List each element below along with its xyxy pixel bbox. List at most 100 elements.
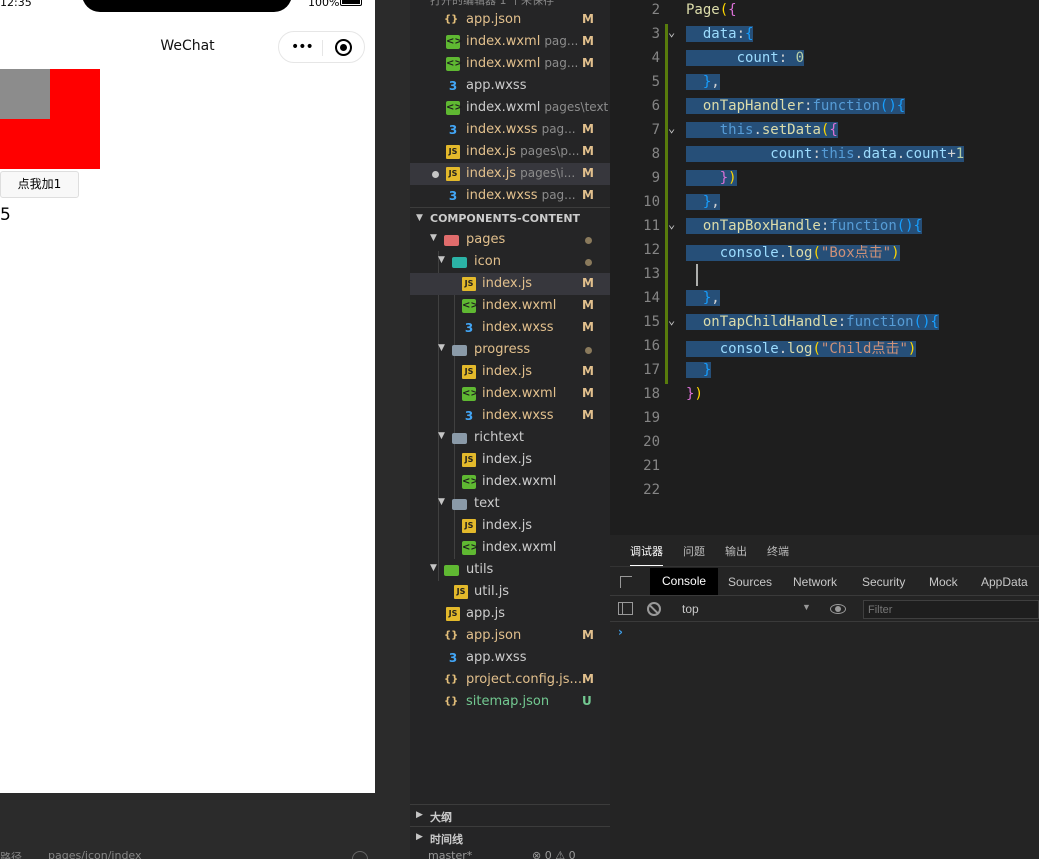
add-one-button[interactable]: 点我加1 [0, 171, 79, 198]
open-editor-item[interactable]: <> index.wxml pages\text [410, 97, 610, 119]
code-line[interactable]: 5 }, [610, 72, 1039, 96]
code-line[interactable]: 4 count: 0 [610, 48, 1039, 72]
code-line[interactable]: 11 ⌄ onTapBoxHandle:function(){ [610, 216, 1039, 240]
open-editors-header[interactable]: 打开的编辑器 1 个未保存 [410, 0, 610, 8]
open-editor-item[interactable]: JS index.js pages\p... M [410, 141, 610, 163]
folder-icon-dir[interactable]: ▼ icon [410, 251, 610, 273]
file-text-index-js[interactable]: JS index.js [410, 515, 610, 537]
fold-chevron-icon[interactable]: ⌄ [668, 121, 675, 135]
line-number: 9 [651, 170, 660, 186]
code-line[interactable]: 16 console.log("Child点击") [610, 336, 1039, 360]
live-expression-eye-icon[interactable] [830, 604, 846, 614]
file-progress-index-wxml[interactable]: <> index.wxml M [410, 383, 610, 405]
timeline-section[interactable]: ▶ 时间线 [410, 826, 610, 848]
outline-section[interactable]: ▶ 大纲 [410, 804, 610, 826]
code-line[interactable]: 15 ⌄ onTapChildHandle:function(){ [610, 312, 1039, 336]
code-line[interactable]: 3 ⌄ data:{ [610, 24, 1039, 48]
code-line[interactable]: 17 } [610, 360, 1039, 384]
open-editor-item[interactable]: 3 index.wxss pag... M [410, 119, 610, 141]
tab-output[interactable]: 输出 [725, 543, 747, 559]
open-editor-item[interactable]: <> index.wxml pag... M [410, 53, 610, 75]
tap-box[interactable] [0, 69, 100, 169]
js-icon: JS [446, 607, 460, 621]
tab-security[interactable]: Security [862, 575, 905, 589]
chevron-right-icon: ▶ [416, 832, 423, 842]
fold-chevron-icon[interactable]: ⌄ [668, 25, 675, 39]
file-app-wxss[interactable]: 3 app.wxss [410, 647, 610, 669]
code-line[interactable]: 22 [610, 480, 1039, 504]
code-line[interactable]: 20 [610, 432, 1039, 456]
file-util-js[interactable]: JS util.js [410, 581, 610, 603]
line-number: 7 [651, 122, 660, 138]
chevron-right-icon: ▶ [416, 810, 423, 820]
more-icon[interactable]: ••• [291, 39, 314, 55]
tab-terminal[interactable]: 终端 [767, 543, 789, 559]
wxml-icon: <> [446, 101, 463, 115]
problems-count[interactable]: ⊗ 0 ⚠ 0 [532, 849, 576, 859]
tab-appdata[interactable]: AppData [981, 575, 1028, 589]
clear-console-icon[interactable] [647, 602, 661, 616]
code-line[interactable]: 18}) [610, 384, 1039, 408]
console-filter-input[interactable] [863, 600, 1039, 619]
line-number: 14 [643, 290, 660, 306]
folder-richtext[interactable]: ▼ richtext [410, 427, 610, 449]
file-sitemap-json[interactable]: {} sitemap.json U [410, 691, 610, 713]
file-icon-index-js[interactable]: JS index.js M [410, 273, 610, 295]
file-project-config[interactable]: {} project.config.js... M [410, 669, 610, 691]
file-progress-index-wxss[interactable]: 3 index.wxss M [410, 405, 610, 427]
code-line[interactable]: 10 }, [610, 192, 1039, 216]
tap-child-box[interactable] [0, 69, 50, 119]
tab-console[interactable]: Console [650, 568, 719, 595]
file-text-index-wxml[interactable]: <> index.wxml [410, 537, 610, 559]
code-line[interactable]: 21 [610, 456, 1039, 480]
code-line[interactable]: 6 onTapHandler:function(){ [610, 96, 1039, 120]
folder-pages[interactable]: ▼ pages [410, 229, 610, 251]
file-app-json[interactable]: {} app.json M [410, 625, 610, 647]
open-editor-item[interactable]: <> index.wxml pag... M [410, 31, 610, 53]
code-line[interactable]: 13 [610, 264, 1039, 288]
code-line[interactable]: 2 Page({ [610, 0, 1039, 24]
tab-debugger[interactable]: 调试器 [630, 543, 663, 566]
file-icon-index-wxss[interactable]: 3 index.wxss M [410, 317, 610, 339]
modified-dot [585, 237, 592, 244]
open-editor-item[interactable]: 3 app.wxss [410, 75, 610, 97]
json-icon: {} [444, 14, 459, 25]
context-select[interactable]: top ▼ [674, 599, 814, 619]
code-line[interactable]: 19 [610, 408, 1039, 432]
sidebar-toggle-icon[interactable] [618, 602, 633, 615]
fold-chevron-icon[interactable]: ⌄ [668, 217, 675, 231]
project-section-header[interactable]: ▼ COMPONENTS-CONTENT [410, 207, 610, 229]
close-mini-program-icon[interactable] [335, 39, 352, 56]
fold-chevron-icon[interactable]: ⌄ [668, 313, 675, 327]
code-line[interactable]: 7 ⌄ this.setData({ [610, 120, 1039, 144]
json-icon: {} [444, 630, 459, 641]
code-editor[interactable]: 2 Page({3 ⌄ data:{4 count: 05 }, 6 onTapHan… [610, 0, 1039, 535]
file-progress-index-js[interactable]: JS index.js M [410, 361, 610, 383]
code-line[interactable]: 8 count:this.data.count+1 [610, 144, 1039, 168]
unsaved-dot-icon[interactable] [432, 171, 439, 178]
tab-mock[interactable]: Mock [929, 575, 958, 589]
file-app-js[interactable]: JS app.js [410, 603, 610, 625]
tab-problems[interactable]: 问题 [683, 543, 705, 559]
inspect-element-icon[interactable] [620, 576, 632, 588]
code-line[interactable]: 9 }) [610, 168, 1039, 192]
open-editor-item[interactable]: {} app.json M [410, 9, 610, 31]
file-richtext-index-js[interactable]: JS index.js [410, 449, 610, 471]
file-icon-index-wxml[interactable]: <> index.wxml M [410, 295, 610, 317]
tab-network[interactable]: Network [793, 575, 837, 589]
code-line[interactable]: 12 console.log("Box点击") [610, 240, 1039, 264]
tab-sources[interactable]: Sources [728, 575, 772, 589]
git-branch[interactable]: master* [428, 849, 472, 859]
console-output[interactable]: › [610, 623, 1039, 859]
code-line[interactable]: 14 }, [610, 288, 1039, 312]
file-richtext-index-wxml[interactable]: <> index.wxml [410, 471, 610, 493]
folder-text[interactable]: ▼ text [410, 493, 610, 515]
chevron-down-icon: ▼ [438, 255, 445, 265]
open-editor-item[interactable]: 3 index.wxss pag... M [410, 185, 610, 207]
folder-progress[interactable]: ▼ progress [410, 339, 610, 361]
scene-icon[interactable] [352, 851, 368, 859]
path-label[interactable]: 路径 [0, 849, 22, 859]
js-icon: JS [462, 365, 476, 379]
open-editor-item-active[interactable]: JS index.js pages\i... M [410, 163, 610, 185]
folder-utils[interactable]: ▼ utils [410, 559, 610, 581]
